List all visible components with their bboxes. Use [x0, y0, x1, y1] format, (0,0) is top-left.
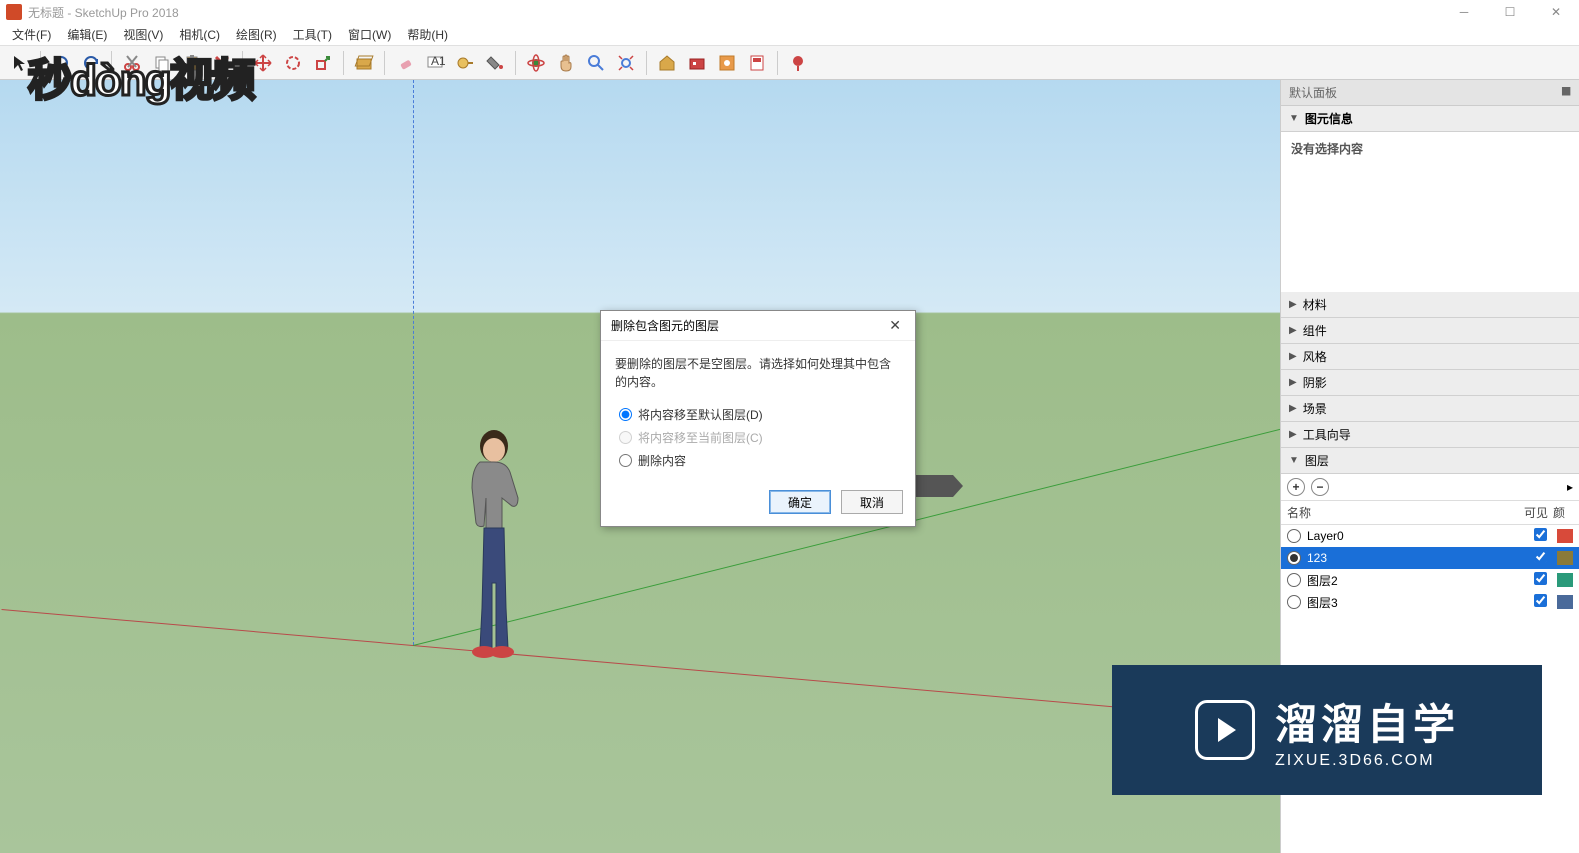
zoom-extents-icon[interactable]: [612, 49, 640, 77]
title-bar: 无标题 - SketchUp Pro 2018 ─ ☐ ✕: [0, 0, 1579, 24]
layer-list: Layer0 123 图层2 图层3: [1281, 525, 1579, 613]
panel-components[interactable]: ▶组件: [1281, 318, 1579, 344]
extension-manager-icon[interactable]: [713, 49, 741, 77]
close-button[interactable]: ✕: [1533, 0, 1579, 24]
watermark-top-left: 秒dòng视频: [28, 44, 288, 110]
panel-layers-header[interactable]: ▼图层: [1281, 448, 1579, 474]
delete-layer-dialog: 删除包含图元的图层 ✕ 要删除的图层不是空图层。请选择如何处理其中包含的内容。 …: [600, 310, 916, 527]
layer-color-swatch[interactable]: [1557, 529, 1573, 543]
option-move-default[interactable]: 将内容移至默认图层(D): [619, 403, 901, 426]
scale-icon[interactable]: [309, 49, 337, 77]
layer-row[interactable]: 图层2: [1281, 569, 1579, 591]
add-layer-button[interactable]: +: [1287, 478, 1305, 496]
play-icon: [1195, 700, 1255, 760]
red-axis: [1, 609, 1276, 722]
layers-toolbar: + − ▸: [1281, 474, 1579, 501]
collapse-icon: ▼: [1289, 113, 1299, 124]
dialog-close-button[interactable]: ✕: [885, 317, 905, 334]
orbit-icon[interactable]: [522, 49, 550, 77]
menu-edit[interactable]: 编辑(E): [59, 24, 115, 45]
zoom-icon[interactable]: [582, 49, 610, 77]
layer-active-radio[interactable]: [1287, 595, 1301, 609]
panel-scenes[interactable]: ▶场景: [1281, 396, 1579, 422]
maximize-button[interactable]: ☐: [1487, 0, 1533, 24]
layer-color-swatch[interactable]: [1557, 551, 1573, 565]
watermark-bottom-right: 溜溜自学 ZIXUE.3D66.COM: [1112, 665, 1542, 795]
cancel-button[interactable]: 取消: [841, 490, 903, 514]
menu-window[interactable]: 窗口(W): [340, 24, 399, 45]
layer-visible-checkbox[interactable]: [1534, 594, 1547, 607]
menu-file[interactable]: 文件(F): [4, 24, 59, 45]
dialog-message: 要删除的图层不是空图层。请选择如何处理其中包含的内容。: [615, 355, 901, 391]
layer-visible-checkbox[interactable]: [1534, 550, 1547, 563]
layer-row[interactable]: Layer0: [1281, 525, 1579, 547]
panel-shadows[interactable]: ▶阴影: [1281, 370, 1579, 396]
app-icon: [6, 4, 22, 20]
text-icon[interactable]: A1: [421, 49, 449, 77]
dialog-titlebar[interactable]: 删除包含图元的图层 ✕: [601, 311, 915, 341]
layer-active-radio[interactable]: [1287, 551, 1301, 565]
option-delete-contents[interactable]: 删除内容: [619, 449, 901, 472]
tape-measure-icon[interactable]: [451, 49, 479, 77]
inference-arrow: [913, 475, 963, 497]
blue-axis: [413, 80, 414, 645]
remove-layer-button[interactable]: −: [1311, 478, 1329, 496]
entity-info-body: 没有选择内容: [1281, 132, 1579, 292]
dialog-title-text: 删除包含图元的图层: [611, 317, 719, 334]
eraser-icon[interactable]: [391, 49, 419, 77]
layer-visible-checkbox[interactable]: [1534, 528, 1547, 541]
window-title: 无标题 - SketchUp Pro 2018: [28, 4, 179, 21]
layer-row[interactable]: 123: [1281, 547, 1579, 569]
minimize-button[interactable]: ─: [1441, 0, 1487, 24]
layer-active-radio[interactable]: [1287, 573, 1301, 587]
extension-warehouse-icon[interactable]: [683, 49, 711, 77]
menu-bar: 文件(F) 编辑(E) 视图(V) 相机(C) 绘图(R) 工具(T) 窗口(W…: [0, 24, 1579, 46]
layer-color-swatch[interactable]: [1557, 573, 1573, 587]
panel-materials[interactable]: ▶材料: [1281, 292, 1579, 318]
menu-draw[interactable]: 绘图(R): [228, 24, 285, 45]
layers-menu-button[interactable]: ▸: [1567, 480, 1573, 494]
pan-icon[interactable]: [552, 49, 580, 77]
layout-icon[interactable]: [743, 49, 771, 77]
warehouse-icon[interactable]: [653, 49, 681, 77]
panel-styles[interactable]: ▶风格: [1281, 344, 1579, 370]
layer-row[interactable]: 图层3: [1281, 591, 1579, 613]
menu-view[interactable]: 视图(V): [115, 24, 171, 45]
add-location-icon: [784, 49, 812, 77]
panel-instructor[interactable]: ▶工具向导: [1281, 422, 1579, 448]
menu-camera[interactable]: 相机(C): [171, 24, 228, 45]
make-component-icon[interactable]: [350, 49, 378, 77]
tray-title[interactable]: 默认面板 ⯀: [1281, 80, 1579, 106]
entity-info-header[interactable]: ▼ 图元信息: [1281, 106, 1579, 132]
dialog-options: 将内容移至默认图层(D) 将内容移至当前图层(C) 删除内容: [619, 403, 901, 472]
ok-button[interactable]: 确定: [769, 490, 831, 514]
layer-active-radio[interactable]: [1287, 529, 1301, 543]
tray-pin-icon[interactable]: ⯀: [1561, 85, 1571, 100]
layer-color-swatch[interactable]: [1557, 595, 1573, 609]
menu-help[interactable]: 帮助(H): [399, 24, 456, 45]
menu-tools[interactable]: 工具(T): [285, 24, 340, 45]
option-move-current: 将内容移至当前图层(C): [619, 426, 901, 449]
layer-visible-checkbox[interactable]: [1534, 572, 1547, 585]
svg-text:A1: A1: [431, 54, 445, 68]
scale-figure[interactable]: [454, 428, 544, 660]
paint-bucket-icon[interactable]: [481, 49, 509, 77]
layers-column-headers: 名称 可见 颜: [1281, 501, 1579, 525]
